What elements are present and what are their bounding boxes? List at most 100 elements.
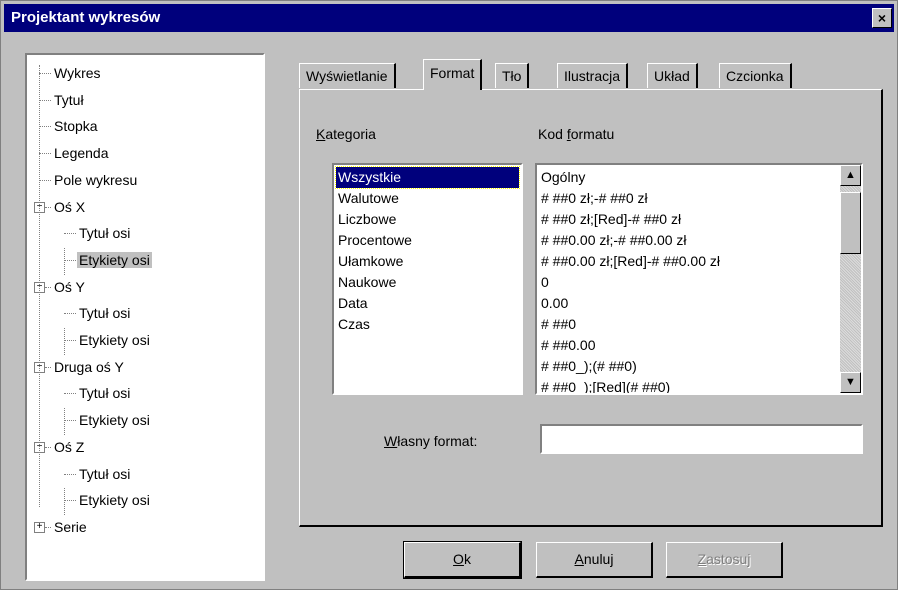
tree-item-label: Tytuł osi	[79, 305, 131, 322]
expand-icon[interactable]: +	[34, 521, 45, 533]
format-code-item[interactable]: Ogólny	[539, 167, 838, 188]
tree-item-label: Oś X	[54, 198, 86, 215]
scroll-up-arrow-icon[interactable]: ▲	[840, 165, 861, 186]
format-code-item[interactable]: 0	[539, 272, 838, 293]
format-code-item[interactable]: # ##0_);[Red](# ##0)	[539, 377, 838, 393]
tree-connector	[45, 526, 51, 528]
tree-item[interactable]: Legenda	[52, 143, 111, 163]
close-button[interactable]: ×	[872, 8, 892, 28]
tree-item-label: Oś Y	[54, 278, 85, 295]
tree-item-label: Druga oś Y	[54, 358, 124, 375]
tree-connector	[45, 286, 51, 288]
tree-connector	[39, 99, 51, 101]
tree-item[interactable]: Oś Y	[52, 277, 87, 297]
tree-guide-line	[64, 328, 65, 355]
tree-connector	[64, 473, 76, 475]
kategoria-listbox[interactable]: Wszystkie Walutowe Liczbowe Procentowe Ułamk…	[332, 163, 523, 395]
tree-connector	[64, 340, 76, 341]
title-bar[interactable]: Projektant wykresów ×	[4, 4, 894, 32]
tree-connector	[64, 420, 76, 422]
tree-item-label: Legenda	[54, 145, 109, 162]
tree-item-label: Etykiety osi	[79, 332, 150, 348]
tab-1[interactable]: Wyświetlanie	[299, 63, 396, 88]
dialog-window: Projektant wykresów × Wykres Tytuł Stopka L…	[0, 0, 898, 590]
tree-item[interactable]: Oś Z	[52, 437, 86, 457]
tree-connector	[45, 446, 51, 448]
tree-connector	[64, 233, 76, 235]
kategoria-item[interactable]: Data	[336, 293, 519, 314]
window-title: Projektant wykresów	[11, 9, 161, 26]
kategoria-item[interactable]: Ułamkowe	[336, 251, 519, 272]
format-code-item[interactable]: # ##0.00 zł;-# ##0.00 zł	[539, 230, 838, 251]
tree-item-label: Tytuł	[54, 91, 84, 108]
anuluj-button[interactable]: Anuluj	[536, 542, 653, 578]
tree-connector	[39, 126, 51, 128]
scroll-down-arrow-icon[interactable]: ▼	[840, 372, 861, 393]
kategoria-item[interactable]: Wszystkie	[335, 166, 520, 189]
tree-connector	[39, 73, 51, 74]
tree-item-label: Oś Z	[54, 438, 85, 455]
tree-item[interactable]: Etykiety osi	[77, 410, 152, 430]
tree-item[interactable]: Etykiety osi	[77, 250, 152, 270]
tab-2[interactable]: Format	[423, 59, 483, 90]
tree-connector	[64, 313, 76, 315]
tree-item-label: Stopka	[54, 118, 98, 135]
format-code-item[interactable]: # ##0	[539, 314, 838, 335]
tree-item-label: Etykiety osi	[79, 492, 150, 509]
tree-item[interactable]: Etykiety osi	[77, 490, 152, 510]
tree-guide-line	[64, 488, 65, 515]
tree-item-label: Wykres	[54, 65, 101, 81]
tree-item[interactable]: Tytuł osi	[77, 303, 132, 323]
tree-item[interactable]: Tytuł osi	[77, 464, 132, 484]
kategoria-item[interactable]: Naukowe	[336, 272, 519, 293]
kategoria-item[interactable]: Czas	[336, 314, 519, 335]
tree-item[interactable]: Wykres	[52, 63, 103, 83]
kategoria-item[interactable]: Liczbowe	[336, 209, 519, 230]
format-code-item[interactable]: # ##0 zł;-# ##0 zł	[539, 188, 838, 209]
tab-3[interactable]: Tło	[495, 63, 530, 88]
tree-item[interactable]: Stopka	[52, 116, 100, 136]
tab-5[interactable]: Układ	[647, 63, 698, 88]
tab-4[interactable]: Ilustracja	[557, 63, 629, 88]
tree-item-label: Etykiety osi	[79, 412, 150, 429]
wlasny-format-input[interactable]	[540, 424, 863, 454]
tree-item[interactable]: Serie	[52, 517, 89, 537]
format-code-item[interactable]: 0.00	[539, 293, 838, 314]
format-code-item[interactable]: # ##0 zł;[Red]-# ##0 zł	[539, 209, 838, 230]
kategoria-label: Kategoria	[316, 126, 376, 142]
ok-button[interactable]: Ok	[403, 541, 522, 579]
tree-item-label: Tytuł osi	[79, 465, 131, 482]
tree-item[interactable]: Tytuł osi	[77, 223, 132, 243]
tree-guide-line	[64, 408, 65, 435]
kategoria-item[interactable]: Walutowe	[336, 188, 519, 209]
tree-connector	[45, 366, 51, 368]
tree-item[interactable]: Tytuł	[52, 90, 86, 110]
tree-connector	[39, 153, 51, 155]
vertical-scrollbar[interactable]: ▲ ▼	[840, 165, 861, 393]
format-code-item[interactable]: # ##0_);(# ##0)	[539, 356, 838, 377]
tree-item[interactable]: Tytuł osi	[77, 383, 132, 403]
tree-item-label: Serie	[54, 518, 87, 535]
tree-connector	[64, 259, 76, 261]
chart-elements-tree[interactable]: Wykres Tytuł Stopka Legenda Pole wykresu − Oś …	[25, 53, 265, 581]
tab-6[interactable]: Czcionka	[719, 63, 792, 88]
tree-item[interactable]: Pole wykresu	[52, 170, 139, 190]
tree-item[interactable]: Etykiety osi	[77, 330, 152, 350]
kod-formatu-listbox[interactable]: Ogólny # ##0 zł;-# ##0 zł # ##0 zł;[Red]-#…	[535, 163, 863, 395]
format-code-item[interactable]: # ##0.00	[539, 335, 838, 356]
tree-connector	[39, 179, 51, 181]
zastosuj-button[interactable]: Zastosuj	[666, 542, 783, 578]
tree-connector	[64, 500, 76, 502]
tree-guide-line	[39, 65, 40, 507]
wlasny-format-label: Własny format:	[384, 433, 478, 449]
tree-item[interactable]: Druga oś Y	[52, 357, 126, 377]
tree-item-label: Pole wykresu	[54, 171, 138, 188]
kategoria-item[interactable]: Procentowe	[336, 230, 519, 251]
tree-item-label: Etykiety osi	[77, 251, 152, 268]
tree-guide-line	[64, 248, 65, 275]
tree-connector	[45, 206, 51, 208]
format-code-item[interactable]: # ##0.00 zł;[Red]-# ##0.00 zł	[539, 251, 838, 272]
tree-item[interactable]: Oś X	[52, 197, 87, 217]
scroll-thumb[interactable]	[840, 192, 861, 254]
kod-formatu-label: Kod formatu	[538, 126, 615, 142]
